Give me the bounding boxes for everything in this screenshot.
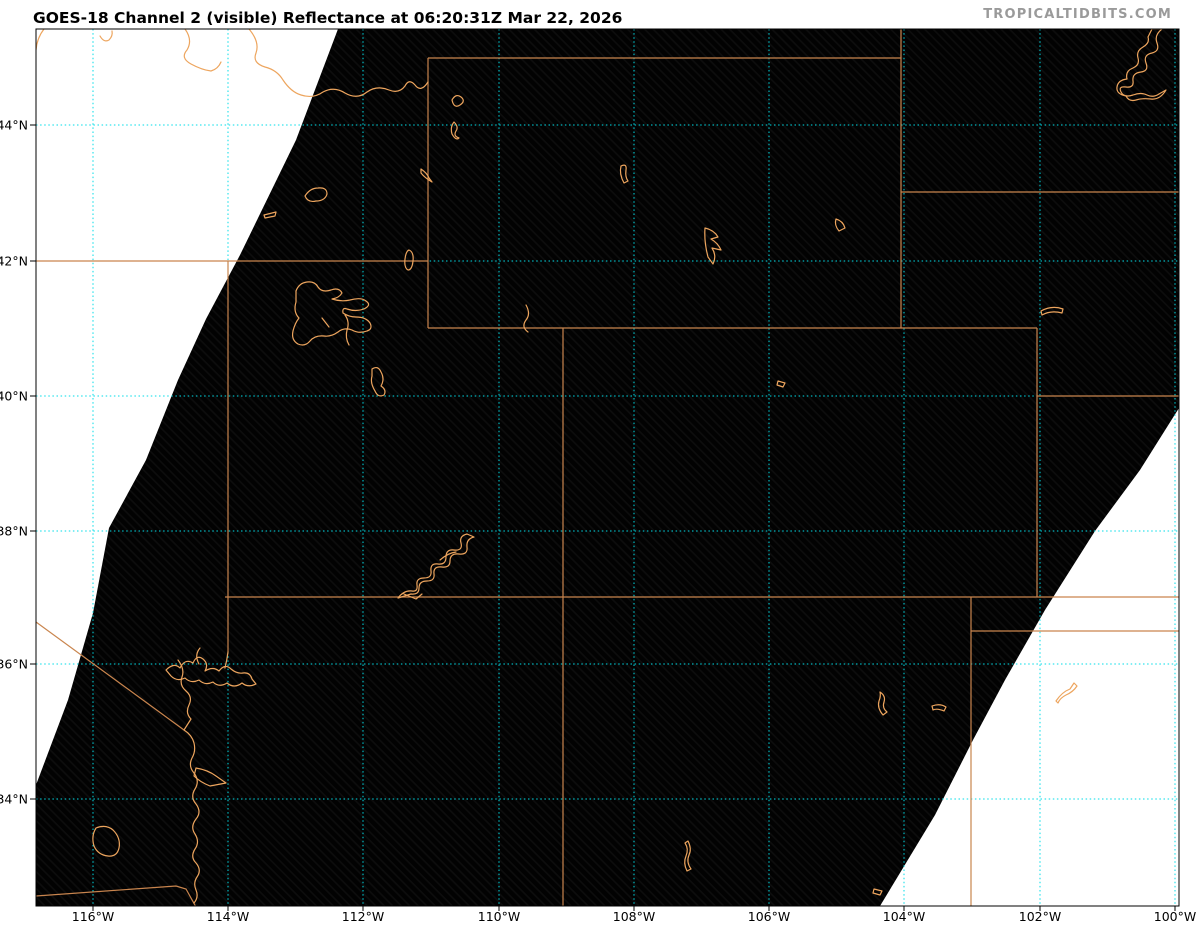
y-tick-label: 42°N bbox=[0, 254, 28, 269]
x-tick-label: 106°W bbox=[748, 909, 790, 924]
x-axis-labels: 116°W 114°W 112°W 110°W 108°W 106°W 104°… bbox=[72, 909, 1196, 924]
x-tick-label: 114°W bbox=[207, 909, 249, 924]
y-tick-label: 34°N bbox=[0, 792, 28, 807]
satellite-image-page: 116°W 114°W 112°W 110°W 108°W 106°W 104°… bbox=[0, 0, 1200, 929]
map-area bbox=[36, 29, 1179, 906]
x-tick-label: 110°W bbox=[478, 909, 520, 924]
x-tick-label: 104°W bbox=[883, 909, 925, 924]
goes-satellite-figure: 116°W 114°W 112°W 110°W 108°W 106°W 104°… bbox=[0, 0, 1200, 929]
y-tick-label: 38°N bbox=[0, 524, 28, 539]
x-tick-label: 100°W bbox=[1154, 909, 1196, 924]
y-tick-label: 44°N bbox=[0, 118, 28, 133]
y-tick-label: 40°N bbox=[0, 389, 28, 404]
x-tick-label: 102°W bbox=[1019, 909, 1061, 924]
y-tick-label: 36°N bbox=[0, 657, 28, 672]
x-tick-label: 108°W bbox=[613, 909, 655, 924]
tropicaltidbits-watermark: TROPICALTIDBITS.COM bbox=[983, 7, 1172, 22]
x-tick-label: 116°W bbox=[72, 909, 114, 924]
x-tick-label: 112°W bbox=[342, 909, 384, 924]
page-title: GOES-18 Channel 2 (visible) Reflectance … bbox=[33, 9, 622, 27]
